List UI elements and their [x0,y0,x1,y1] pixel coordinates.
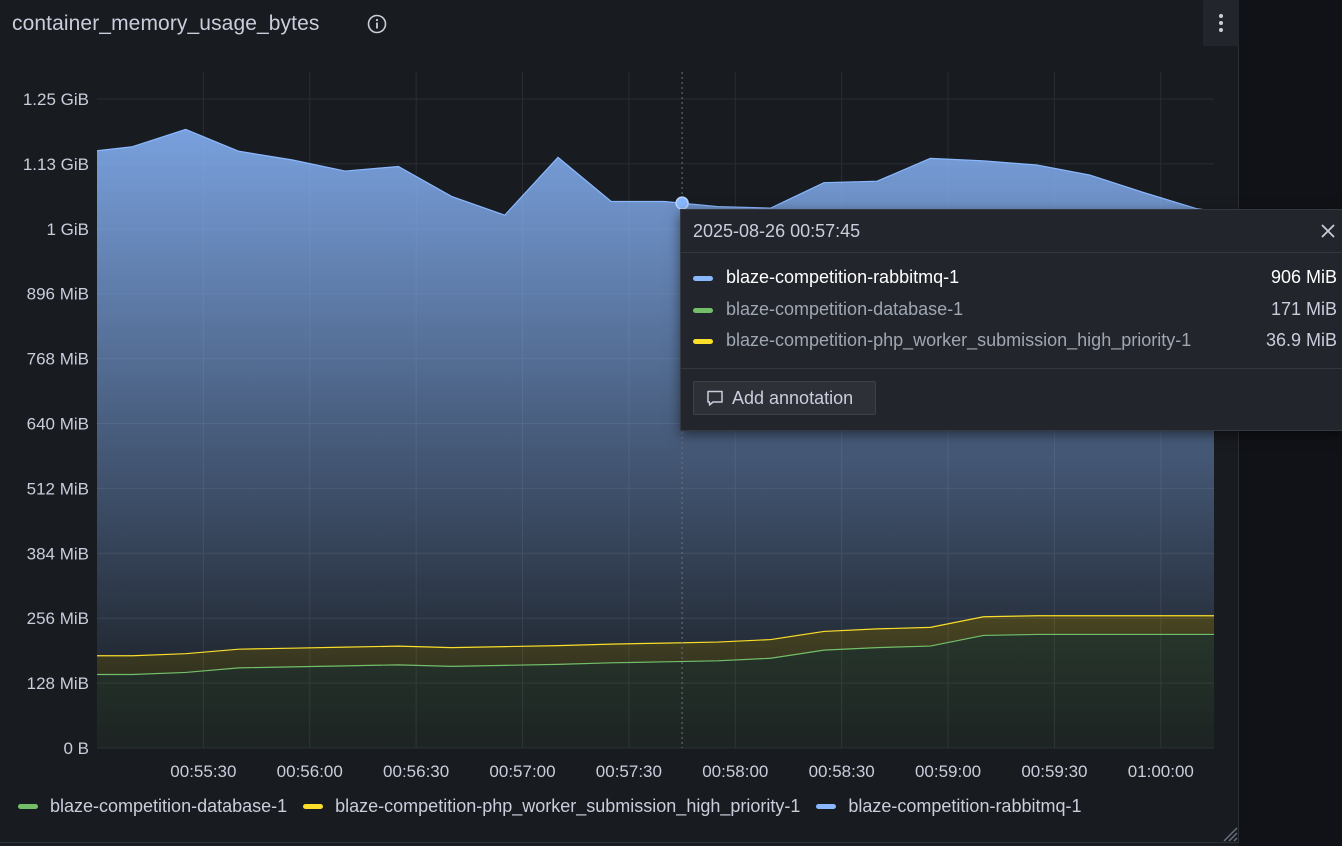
tooltip-row: blaze-competition-database-1 171 MiB [681,296,1342,328]
tooltip-series-name: blaze-competition-database-1 [726,298,964,319]
x-tick-label: 00:57:30 [596,762,662,781]
resize-handle-icon[interactable] [1222,826,1238,842]
y-tick-label: 640 MiB [27,415,89,434]
legend-swatch-php-worker [303,804,324,809]
legend-item-rabbitmq[interactable]: blaze-competition-rabbitmq-1 [816,796,1081,817]
y-tick-label: 384 MiB [27,544,89,563]
legend-label-php-worker: blaze-competition-php_worker_submission_… [335,796,801,816]
legend-swatch-database [18,804,38,809]
tooltip-series-name: blaze-competition-rabbitmq-1 [726,267,960,287]
tooltip-divider [681,368,1342,369]
tooltip-series-value: 171 MiB [1270,298,1337,319]
y-tick-label: 1 GiB [46,220,89,239]
x-tick-label: 00:56:30 [383,762,449,781]
add-annotation-label: Add annotation [732,387,854,408]
x-tick-label: 01:00:00 [1128,762,1194,781]
legend-swatch-rabbitmq [816,804,837,809]
x-tick-label: 00:59:30 [1021,762,1087,781]
legend-label-rabbitmq: blaze-competition-rabbitmq-1 [848,796,1082,816]
tooltip-swatch [693,307,713,313]
y-tick-label: 512 MiB [27,479,89,498]
tooltip-swatch [693,276,713,281]
y-tick-label: 768 MiB [27,350,89,369]
y-tick-label: 896 MiB [27,285,89,304]
x-tick-label: 00:58:30 [809,762,875,781]
comment-icon [707,390,723,406]
tooltip-rows: blaze-competition-rabbitmq-1 906 MiB bla… [681,264,1342,359]
tooltip-series-name: blaze-competition-php_worker_submission_… [726,330,1192,350]
y-tick-label: 1.25 GiB [23,90,89,109]
y-tick-label: 128 MiB [27,674,89,693]
tooltip-header: 2025-08-26 00:57:45 [681,210,1342,253]
tooltip-series-value: 906 MiB [1270,267,1337,287]
x-tick-label: 00:55:30 [170,762,236,781]
legend-item-database[interactable]: blaze-competition-database-1 [18,796,287,817]
add-annotation-button[interactable]: Add annotation [693,381,876,415]
hover-point [675,196,689,210]
tooltip-swatch [693,339,713,344]
y-tick-label: 0 B [63,739,89,758]
legend: blaze-competition-database-1 blaze-compe… [18,796,1097,817]
tooltip-timestamp: 2025-08-26 00:57:45 [693,221,861,241]
tooltip-series-value: 36.9 MiB [1265,330,1337,350]
x-tick-label: 00:59:00 [915,762,981,781]
x-tick-label: 00:56:00 [277,762,343,781]
tooltip-row: blaze-competition-rabbitmq-1 906 MiB [681,264,1342,296]
y-tick-label: 256 MiB [27,609,89,628]
close-icon[interactable] [1319,222,1337,240]
x-tick-label: 00:57:00 [489,762,555,781]
tooltip-row: blaze-competition-php_worker_submission_… [681,327,1342,359]
legend-item-php-worker[interactable]: blaze-competition-php_worker_submission_… [303,796,800,817]
legend-label-database: blaze-competition-database-1 [50,796,288,816]
y-tick-label: 1.13 GiB [23,155,89,174]
x-tick-label: 00:58:00 [702,762,768,781]
hover-tooltip: 2025-08-26 00:57:45 blaze-competition-ra… [680,209,1342,431]
